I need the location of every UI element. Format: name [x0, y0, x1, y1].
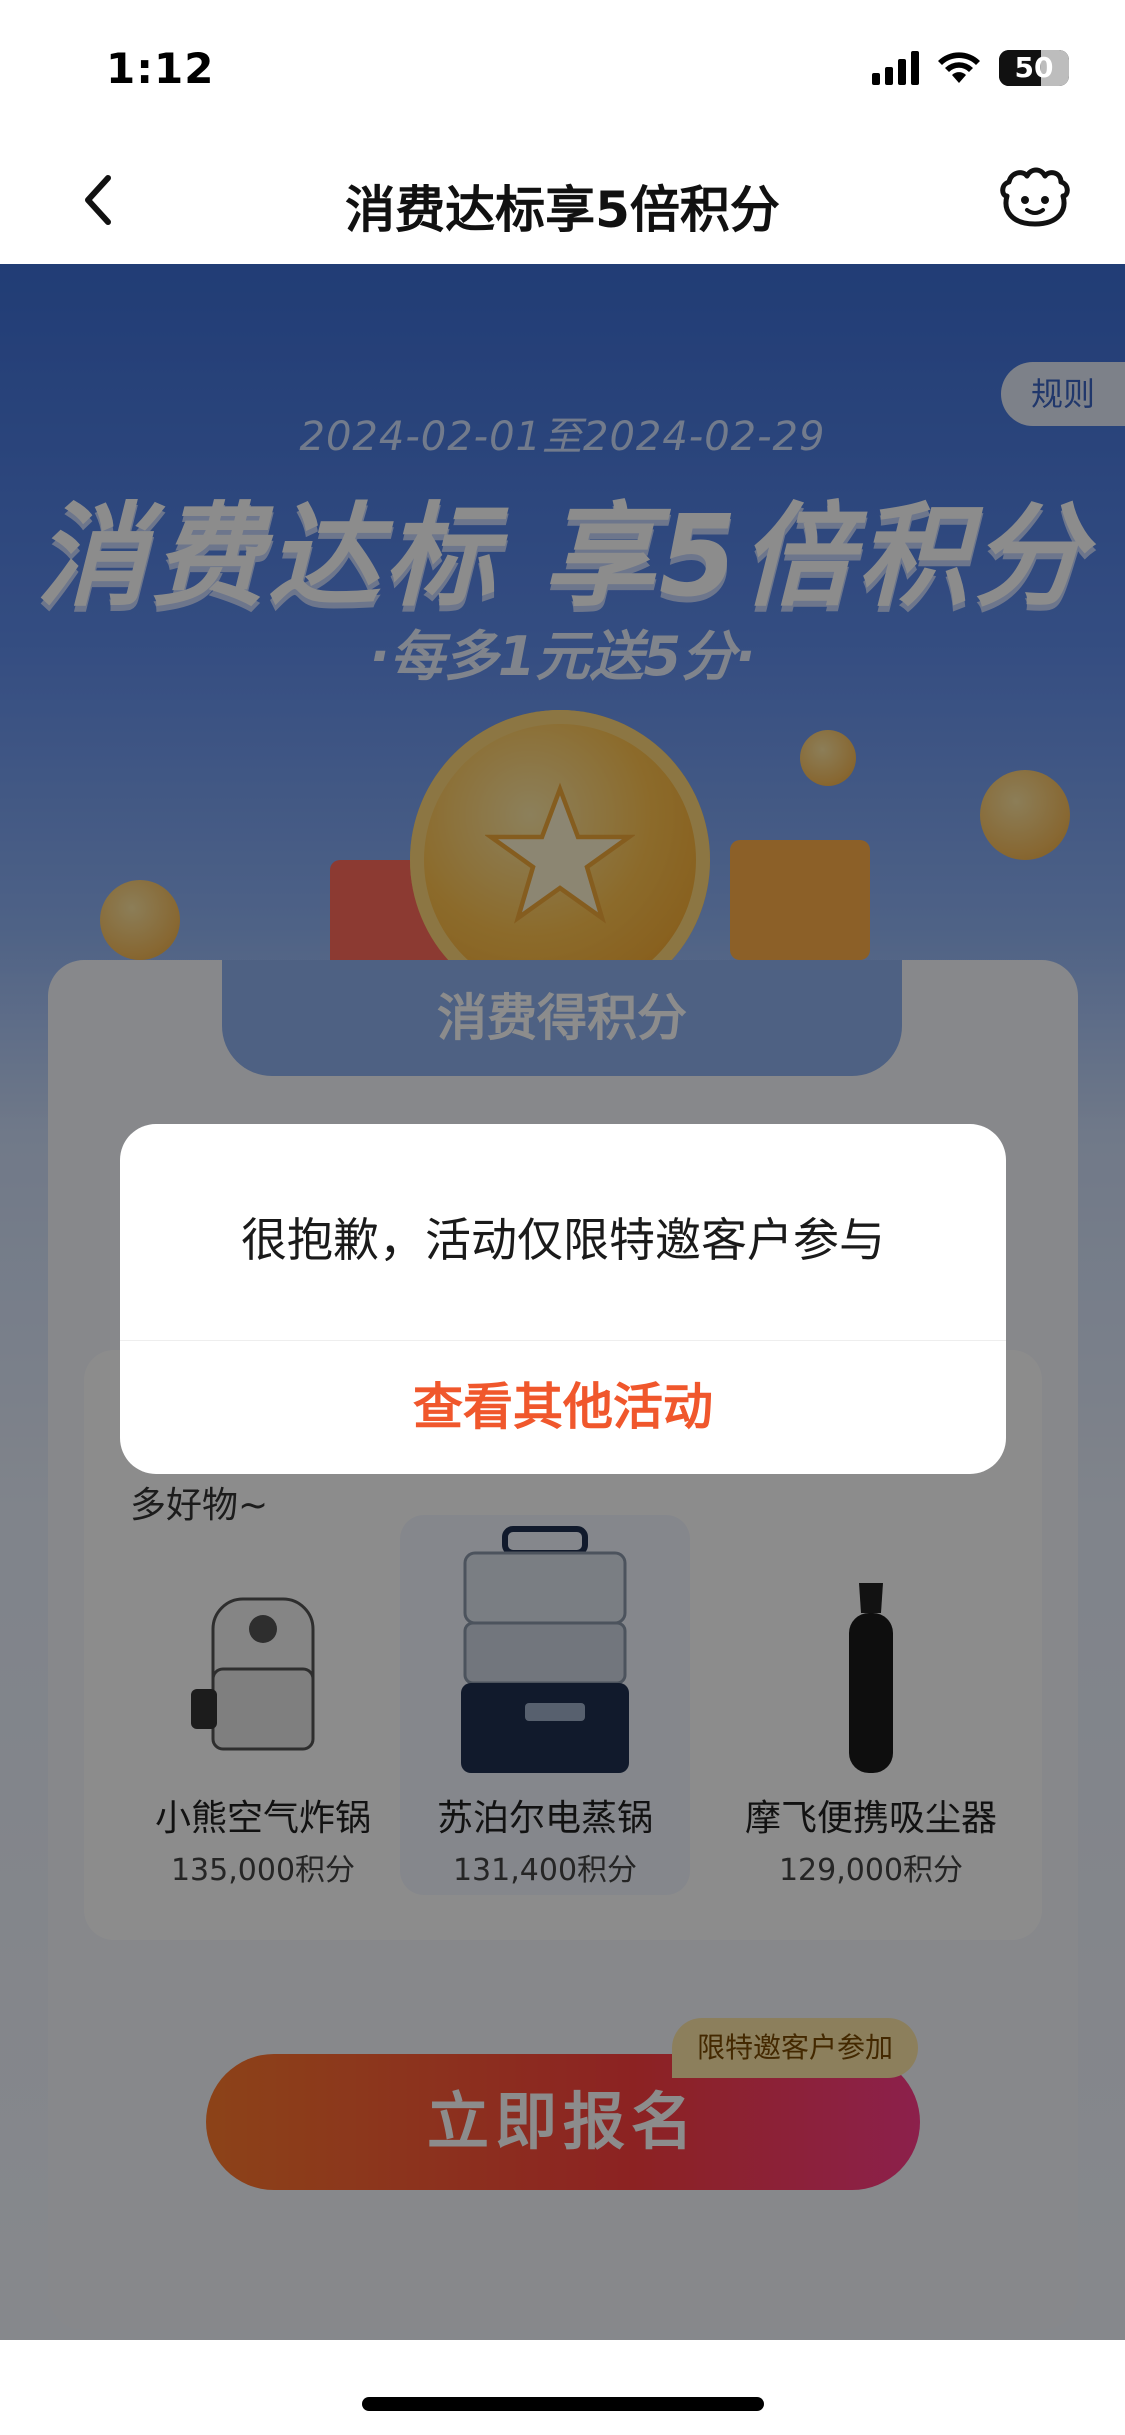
page-title: 消费达标享5倍积分: [345, 181, 780, 239]
signal-icon: [872, 51, 919, 85]
wifi-icon: [938, 52, 980, 83]
dialog-message: 很抱歉，活动仅限特邀客户参与: [241, 1213, 885, 1267]
home-indicator[interactable]: [362, 2397, 764, 2411]
status-time: 1:12: [106, 44, 215, 93]
status-bar: 1:12 50: [0, 0, 1125, 140]
view-other-activities-button[interactable]: 查看其他活动: [120, 1340, 1006, 1474]
home-indicator-area: [0, 2340, 1125, 2435]
status-icons: 50: [872, 50, 1069, 86]
nav-bar: 消费达标享5倍积分: [0, 140, 1125, 265]
battery-level: 50: [1014, 51, 1054, 84]
customer-service-robot-icon[interactable]: [997, 166, 1073, 236]
alert-dialog: 很抱歉，活动仅限特邀客户参与 查看其他活动: [120, 1124, 1006, 1474]
battery-icon: 50: [999, 50, 1069, 86]
